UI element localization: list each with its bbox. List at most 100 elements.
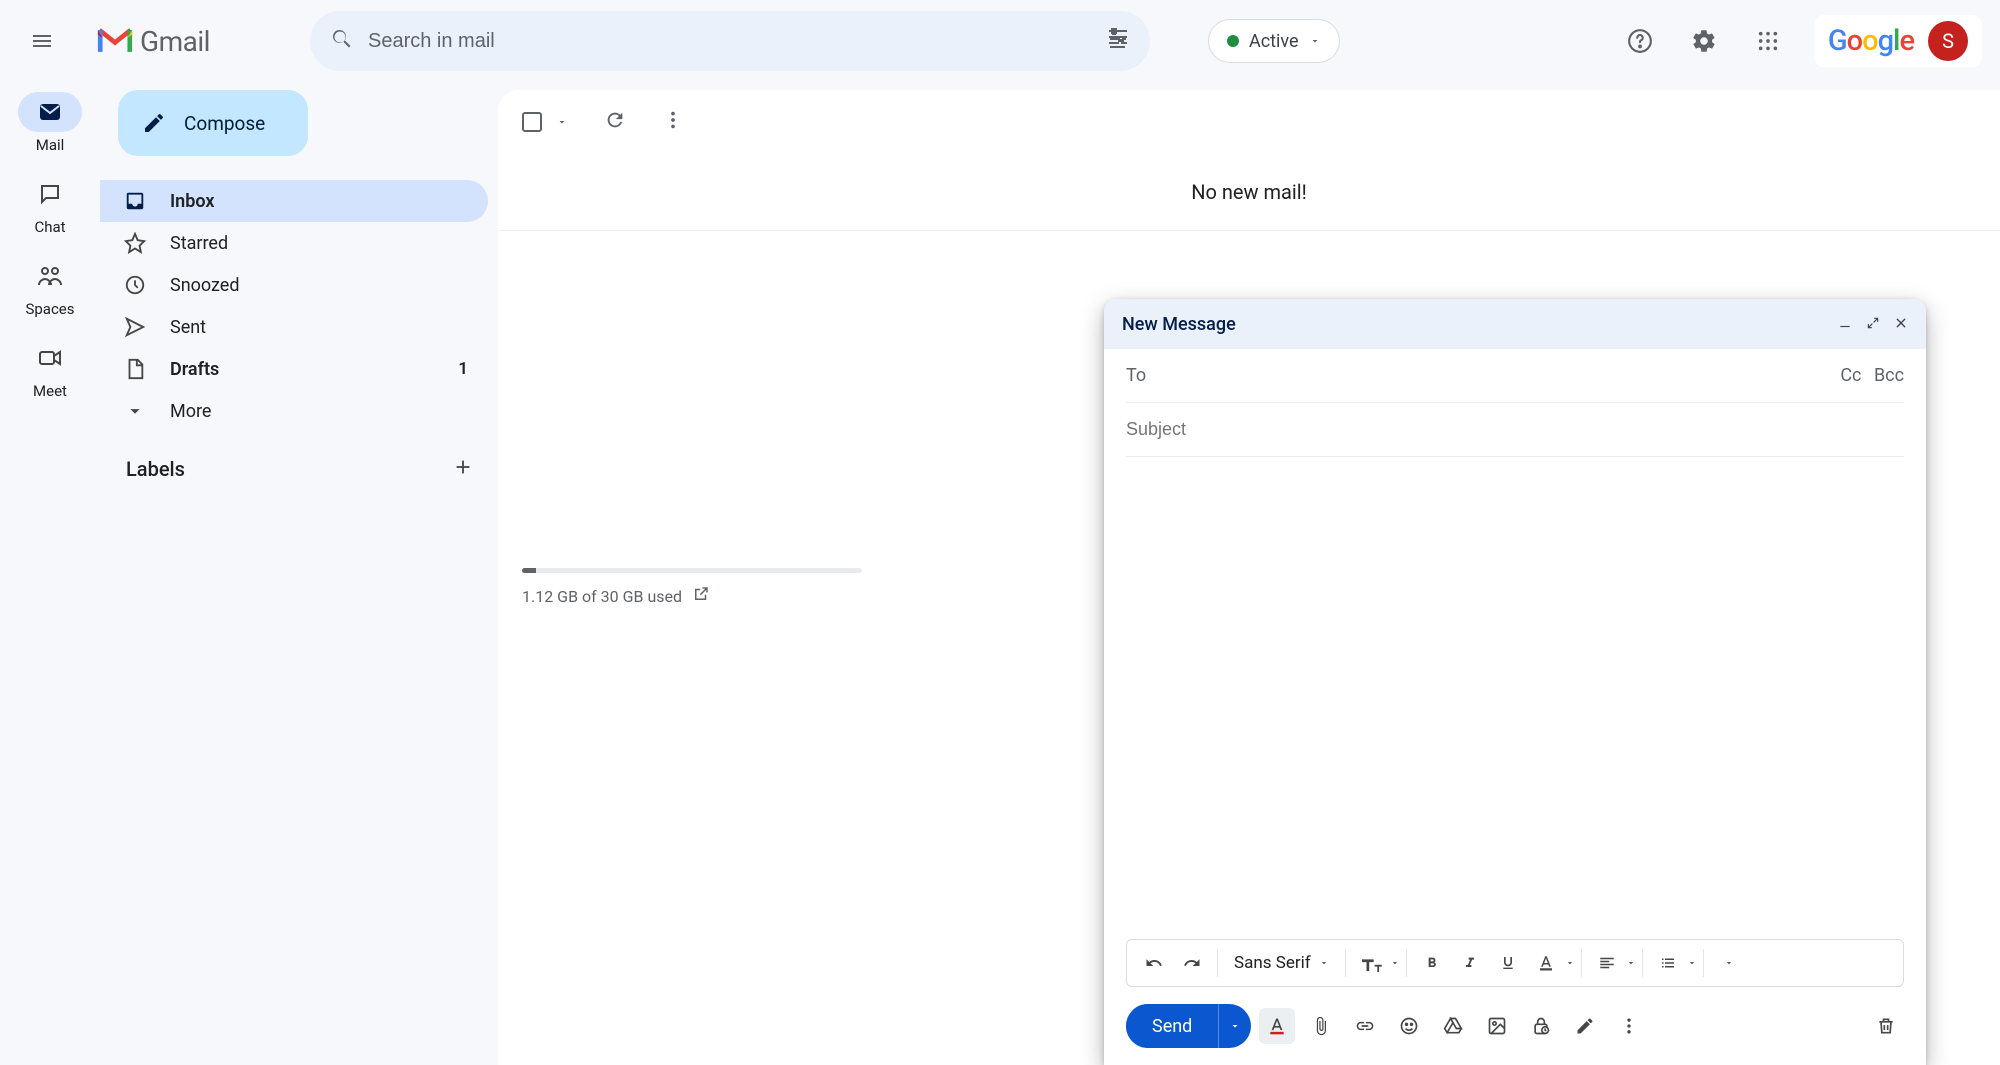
nav-label: Snoozed [170, 275, 240, 296]
text-color-button[interactable] [1527, 944, 1565, 982]
nav-starred[interactable]: Starred [100, 222, 488, 264]
search-icon [330, 27, 354, 55]
cc-button[interactable]: Cc [1840, 365, 1861, 386]
text-color-icon [1537, 954, 1555, 972]
compose-button[interactable]: Compose [118, 90, 308, 156]
close-icon [1894, 316, 1908, 330]
font-family-select[interactable]: Sans Serif [1224, 953, 1339, 973]
compose-title: New Message [1122, 314, 1824, 335]
discard-draft-button[interactable] [1868, 1008, 1904, 1044]
lock-clock-icon [1531, 1016, 1551, 1036]
chevron-down-icon[interactable] [1565, 958, 1575, 968]
labels-heading: Labels [126, 457, 185, 481]
status-dot-icon [1227, 35, 1239, 47]
search-options-icon[interactable] [1106, 27, 1130, 55]
search-input[interactable] [368, 30, 1092, 53]
italic-button[interactable] [1451, 944, 1489, 982]
trash-icon [1876, 1016, 1896, 1036]
list-button[interactable] [1649, 944, 1687, 982]
open-in-new-icon [692, 585, 710, 603]
add-label-button[interactable] [452, 456, 474, 482]
apps-button[interactable] [1744, 17, 1792, 65]
insert-photo-button[interactable] [1479, 1008, 1515, 1044]
compose-more-button[interactable] [1611, 1008, 1647, 1044]
plus-icon [452, 456, 474, 478]
nav-count: 1 [458, 359, 468, 379]
compose-body-editor[interactable] [1126, 457, 1904, 939]
attach-button[interactable] [1303, 1008, 1339, 1044]
status-chip[interactable]: Active [1208, 19, 1340, 63]
google-account-area[interactable]: Google S [1814, 15, 1982, 67]
confidential-mode-button[interactable] [1523, 1008, 1559, 1044]
status-label: Active [1249, 31, 1299, 52]
pen-icon [1575, 1016, 1595, 1036]
support-button[interactable] [1616, 17, 1664, 65]
drive-icon [1443, 1016, 1463, 1036]
undo-icon [1145, 954, 1163, 972]
font-name: Sans Serif [1234, 953, 1311, 973]
to-input[interactable] [1146, 365, 1832, 386]
empty-state-text: No new mail! [498, 154, 2000, 231]
pencil-icon [142, 111, 166, 135]
nav-sent[interactable]: Sent [100, 306, 488, 348]
chevron-down-icon [1724, 958, 1734, 968]
fullscreen-button[interactable] [1866, 315, 1880, 334]
rail-item-meet[interactable]: Meet [18, 338, 82, 400]
search-box[interactable] [310, 11, 1150, 71]
formatting-toggle-button[interactable] [1259, 1008, 1295, 1044]
refresh-button[interactable] [604, 109, 626, 135]
select-all-checkbox[interactable] [522, 112, 542, 132]
expand-icon [1866, 316, 1880, 330]
font-size-button[interactable] [1352, 944, 1390, 982]
send-button[interactable]: Send [1126, 1004, 1219, 1048]
nav-label: Inbox [170, 191, 214, 212]
bold-button[interactable] [1413, 944, 1451, 982]
nav-inbox[interactable]: Inbox [100, 180, 488, 222]
rail-item-chat[interactable]: Chat [18, 174, 82, 236]
more-actions-button[interactable] [662, 109, 684, 135]
refresh-icon [604, 109, 626, 131]
to-field-row[interactable]: To Cc Bcc [1126, 349, 1904, 403]
gmail-brand-text: Gmail [140, 25, 210, 58]
redo-button[interactable] [1173, 944, 1211, 982]
star-icon [124, 232, 146, 254]
gmail-logo[interactable]: Gmail [96, 25, 210, 58]
insert-drive-button[interactable] [1435, 1008, 1471, 1044]
close-button[interactable] [1894, 315, 1908, 334]
subject-field-row[interactable] [1126, 403, 1904, 457]
chevron-down-icon[interactable] [1687, 958, 1697, 968]
nav-snoozed[interactable]: Snoozed [100, 264, 488, 306]
nav-label: More [170, 401, 211, 422]
rail-label: Chat [34, 218, 65, 236]
select-dropdown[interactable] [556, 113, 568, 132]
nav-drafts[interactable]: Drafts 1 [100, 348, 488, 390]
rail-item-spaces[interactable]: Spaces [18, 256, 82, 318]
main-menu-button[interactable] [18, 17, 66, 65]
chevron-down-icon[interactable] [1390, 958, 1400, 968]
compose-window: New Message To Cc Bcc [1104, 299, 1926, 1065]
underline-icon [1500, 955, 1516, 971]
account-avatar[interactable]: S [1928, 21, 1968, 61]
chevron-down-icon [1229, 1020, 1241, 1032]
underline-button[interactable] [1489, 944, 1527, 982]
compose-label: Compose [184, 112, 265, 135]
bcc-button[interactable]: Bcc [1874, 365, 1904, 386]
rail-item-mail[interactable]: Mail [18, 92, 82, 154]
align-button[interactable] [1588, 944, 1626, 982]
subject-input[interactable] [1126, 419, 1904, 440]
minimize-button[interactable] [1838, 315, 1852, 334]
insert-link-button[interactable] [1347, 1008, 1383, 1044]
nav-more[interactable]: More [100, 390, 488, 432]
attachment-icon [1311, 1016, 1331, 1036]
help-icon [1627, 28, 1653, 54]
settings-button[interactable] [1680, 17, 1728, 65]
gear-icon [1691, 28, 1717, 54]
chevron-down-icon[interactable] [1626, 958, 1636, 968]
insert-signature-button[interactable] [1567, 1008, 1603, 1044]
more-format-button[interactable] [1710, 944, 1748, 982]
insert-emoji-button[interactable] [1391, 1008, 1427, 1044]
storage-details-link[interactable] [692, 585, 710, 607]
send-options-button[interactable] [1219, 1004, 1251, 1048]
undo-button[interactable] [1135, 944, 1173, 982]
spaces-icon [18, 256, 82, 296]
